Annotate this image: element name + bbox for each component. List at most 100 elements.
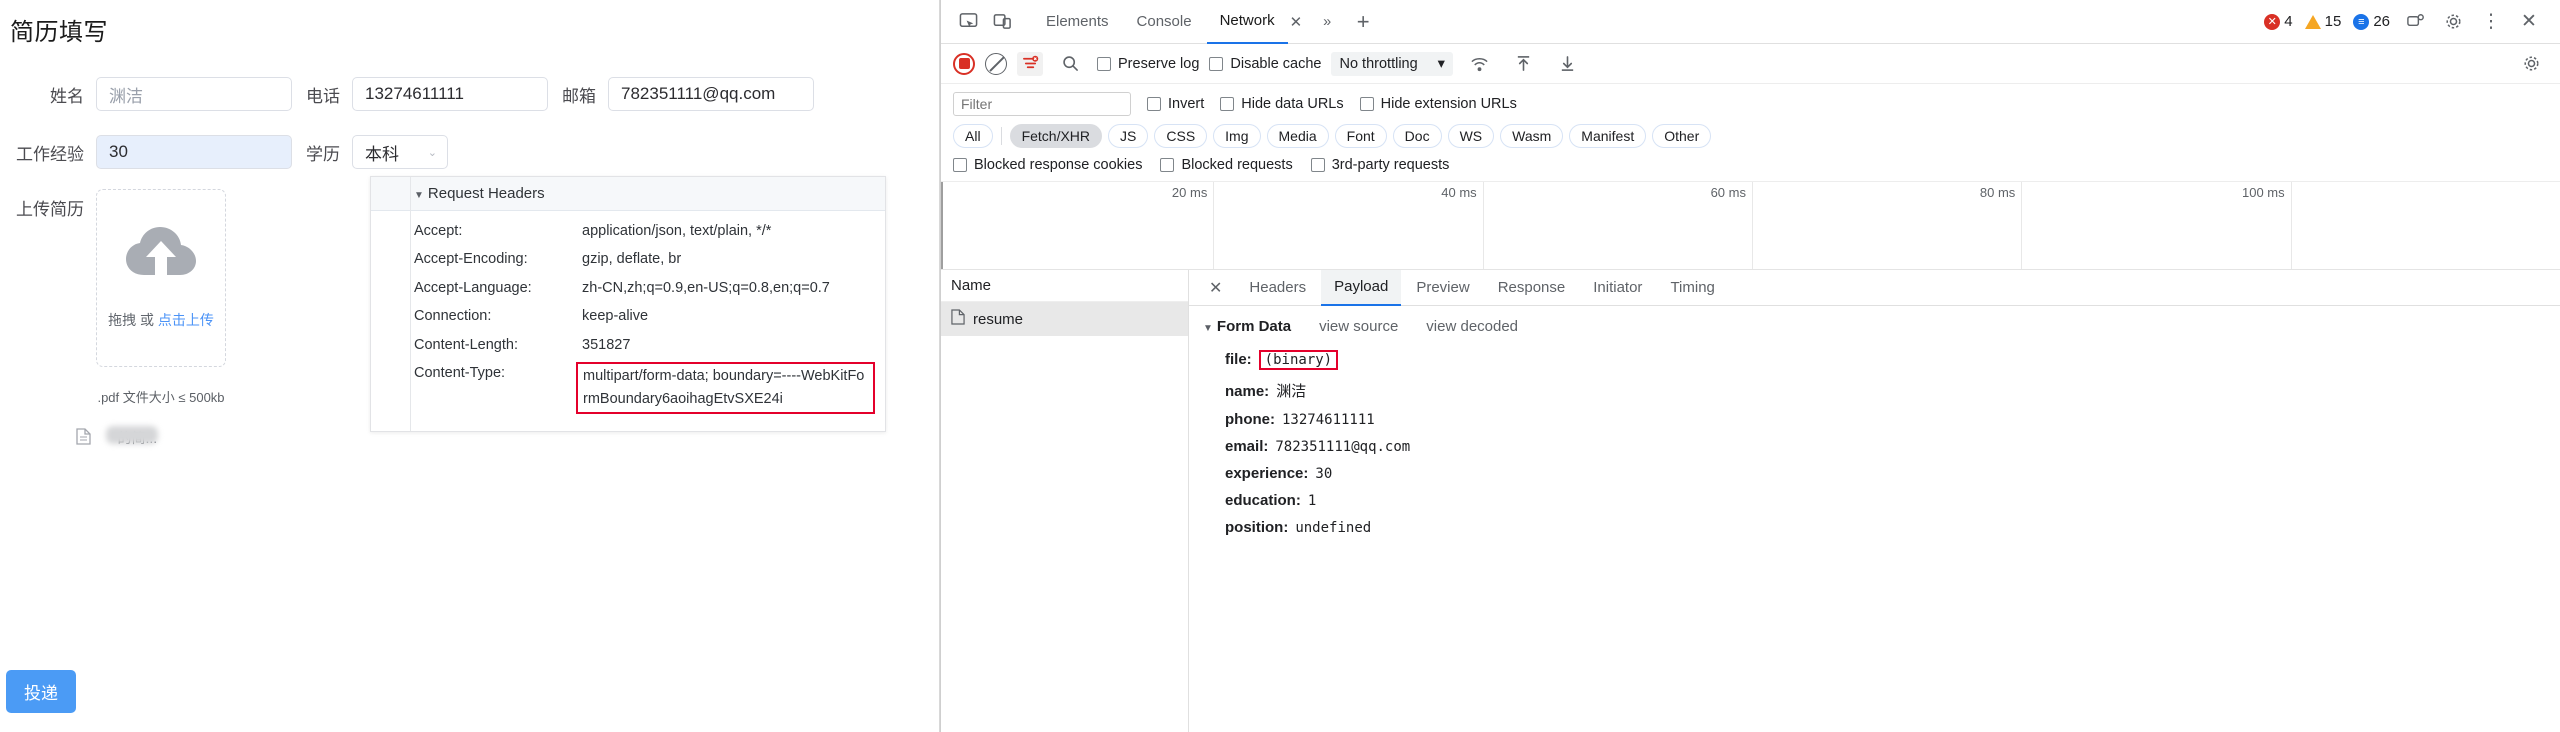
blocked-requests-checkbox[interactable]: Blocked requests xyxy=(1160,157,1293,173)
request-headers-title[interactable]: ▼ Request Headers xyxy=(371,177,885,211)
preserve-log-checkbox[interactable]: Preserve log xyxy=(1097,56,1199,72)
import-har-icon[interactable] xyxy=(1507,49,1541,79)
console-drawer-icon[interactable] xyxy=(2398,7,2432,37)
chip-font[interactable]: Font xyxy=(1334,124,1387,148)
tab-console[interactable]: Console xyxy=(1124,0,1205,44)
hide-extension-urls-checkbox[interactable]: Hide extension URLs xyxy=(1359,96,1517,112)
network-filters: Invert Hide data URLs Hide extension URL… xyxy=(941,84,2560,182)
network-toolbar: Preserve log Disable cache No throttling… xyxy=(941,44,2560,84)
chevron-down-icon: ▾ xyxy=(1437,55,1445,72)
filter-icon[interactable] xyxy=(1017,51,1043,76)
request-list-item[interactable]: resume xyxy=(941,302,1188,336)
filter-input[interactable] xyxy=(953,92,1131,116)
tab-close-icon[interactable]: ✕ xyxy=(1290,13,1309,31)
chip-media[interactable]: Media xyxy=(1266,124,1329,148)
header-key: Connection: xyxy=(414,308,492,325)
page-title: 简历填写 xyxy=(10,19,108,46)
header-value: 351827 xyxy=(582,336,631,353)
export-har-icon[interactable] xyxy=(1551,49,1585,79)
chip-wasm[interactable]: Wasm xyxy=(1500,124,1564,148)
device-toolbar-icon[interactable] xyxy=(985,7,1019,37)
submit-button[interactable]: 投递 xyxy=(6,670,76,713)
tab-network[interactable]: Network xyxy=(1206,0,1288,44)
document-icon xyxy=(76,428,91,448)
third-party-requests-checkbox[interactable]: 3rd-party requests xyxy=(1310,157,1449,173)
chip-css[interactable]: CSS xyxy=(1154,124,1208,148)
inspect-element-icon[interactable] xyxy=(951,7,985,37)
dropzone-click-link[interactable]: 点击上传 xyxy=(158,312,214,328)
clear-button[interactable] xyxy=(985,52,1007,75)
detail-tab-initiator[interactable]: Initiator xyxy=(1580,270,1655,306)
add-tab-icon[interactable]: + xyxy=(1346,7,1380,37)
header-value: application/json, text/plain, */* xyxy=(582,223,772,239)
view-source-link[interactable]: view source xyxy=(1319,318,1398,335)
form-data-title[interactable]: ▼ Form Data xyxy=(1203,318,1291,335)
chip-other[interactable]: Other xyxy=(1652,124,1712,148)
education-select[interactable]: 本科 ⌄ xyxy=(352,135,448,169)
detail-tab-headers[interactable]: Headers xyxy=(1236,270,1319,306)
header-key: Content-Length: xyxy=(414,336,518,353)
uploader: 拖拽 或 点击上传 .pdf 文件大小 ≤ 500kb 的简... xyxy=(76,189,226,448)
throttling-select[interactable]: No throttling ▾ xyxy=(1331,51,1453,76)
more-tabs-icon[interactable]: » xyxy=(1310,7,1344,37)
filter-row-bottom: Blocked response cookies Blocked request… xyxy=(953,157,2548,173)
info-icon: ≡ xyxy=(2353,13,2370,30)
request-list: Name resume xyxy=(941,270,1189,732)
dropzone-text: 拖拽 或 点击上传 xyxy=(108,310,214,330)
close-icon[interactable]: ✕ xyxy=(2512,7,2546,37)
triangle-down-icon: ▼ xyxy=(414,190,424,201)
search-icon[interactable] xyxy=(1053,49,1087,79)
chip-manifest[interactable]: Manifest xyxy=(1569,124,1647,148)
error-count-badge[interactable]: ✕ 4 xyxy=(2260,13,2296,30)
warning-count-badge[interactable]: 15 xyxy=(2301,13,2346,30)
request-list-column-header[interactable]: Name xyxy=(941,270,1188,302)
chip-ws[interactable]: WS xyxy=(1447,124,1495,148)
header-row: Accept-Language: zh-CN,zh;q=0.9,en-US;q=… xyxy=(371,274,885,302)
upload-dropzone[interactable]: 拖拽 或 点击上传 xyxy=(96,189,226,367)
chip-doc[interactable]: Doc xyxy=(1392,124,1442,148)
record-button[interactable] xyxy=(953,52,975,75)
email-input[interactable]: 782351111@qq.com xyxy=(608,77,814,111)
checkbox-box xyxy=(953,158,967,172)
chip-fetch-xhr[interactable]: Fetch/XHR xyxy=(1009,124,1103,148)
uploaded-file-name: 的简... xyxy=(98,426,158,448)
form-data-value: 782351111@qq.com xyxy=(1275,439,1411,455)
checkbox-box xyxy=(1097,56,1111,71)
app-root: 简历填写 姓名 渊洁 电话 13274611111 邮箱 782351111@q… xyxy=(0,0,2560,732)
experience-label: 工作经验 xyxy=(16,144,84,164)
checkbox-box xyxy=(1160,158,1175,172)
detail-close-icon[interactable]: ✕ xyxy=(1197,278,1234,298)
checkbox-box xyxy=(1359,97,1374,111)
chip-all[interactable]: All xyxy=(953,124,993,148)
invert-label: Invert xyxy=(1168,96,1205,112)
experience-input[interactable]: 30 xyxy=(96,135,292,169)
blocked-response-cookies-label: Blocked response cookies xyxy=(974,157,1143,173)
hide-data-urls-checkbox[interactable]: Hide data URLs xyxy=(1220,96,1344,112)
timeline-tick: 60 ms xyxy=(1710,185,1746,200)
detail-tab-payload[interactable]: Payload xyxy=(1321,269,1402,306)
education-label: 学历 xyxy=(306,144,340,164)
blocked-response-cookies-checkbox[interactable]: Blocked response cookies xyxy=(953,157,1142,173)
detail-tab-preview[interactable]: Preview xyxy=(1403,270,1482,306)
tab-elements[interactable]: Elements xyxy=(1033,0,1122,44)
network-conditions-icon[interactable] xyxy=(1463,49,1497,79)
chip-js[interactable]: JS xyxy=(1108,124,1149,148)
name-input[interactable]: 渊洁 xyxy=(96,77,292,111)
view-decoded-link[interactable]: view decoded xyxy=(1426,318,1518,335)
message-count-badge[interactable]: ≡ 26 xyxy=(2349,13,2394,30)
gear-icon[interactable] xyxy=(2436,7,2470,37)
detail-tab-response[interactable]: Response xyxy=(1485,270,1579,306)
network-timeline[interactable]: 20 ms 40 ms 60 ms 80 ms 100 ms xyxy=(941,182,2560,270)
phone-input[interactable]: 13274611111 xyxy=(352,77,548,111)
form-data-header: ▼ Form Data view source view decoded xyxy=(1203,318,2560,335)
kebab-menu-icon[interactable]: ⋮ xyxy=(2474,7,2508,37)
network-settings-gear-icon[interactable] xyxy=(2514,49,2548,79)
chip-img[interactable]: Img xyxy=(1213,124,1261,148)
checkbox-box xyxy=(1220,97,1235,111)
uploaded-file-item[interactable]: 的简... xyxy=(76,426,296,448)
detail-tab-timing[interactable]: Timing xyxy=(1657,270,1727,306)
form-row-contact: 姓名 渊洁 电话 13274611111 邮箱 782351111@qq.com xyxy=(0,77,939,111)
invert-checkbox[interactable]: Invert xyxy=(1147,96,1204,112)
disable-cache-checkbox[interactable]: Disable cache xyxy=(1209,56,1321,72)
upload-hint: .pdf 文件大小 ≤ 500kb xyxy=(97,390,225,405)
